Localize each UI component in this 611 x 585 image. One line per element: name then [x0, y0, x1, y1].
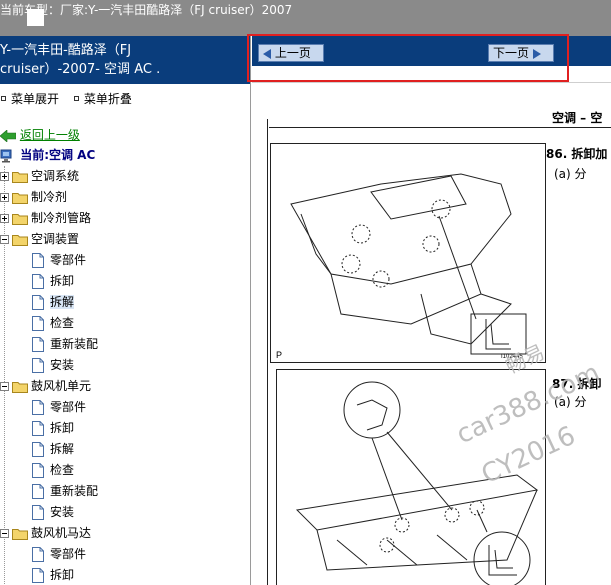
collapse-menu-button[interactable]: 菜单折叠: [73, 92, 142, 106]
page-icon: [32, 463, 44, 478]
tree-folder[interactable]: 空调装置: [0, 229, 79, 250]
tree-folder[interactable]: 鼓风机马达: [0, 523, 91, 544]
tree-item-label: 安装: [50, 358, 75, 372]
logo-box: [27, 9, 44, 26]
tree-folder[interactable]: 制冷剂: [0, 187, 67, 208]
tree-page[interactable]: 拆解: [32, 292, 75, 313]
tree-item-label: 拆卸: [50, 274, 75, 288]
folder-icon: [12, 381, 28, 393]
section-header: 空调 – 空: [552, 111, 603, 125]
page-icon: [32, 274, 44, 289]
tree-page[interactable]: 安装: [32, 502, 74, 523]
fig1-p-label: P: [276, 350, 282, 360]
content-pane: 上一页 下一页 空调 – 空 P I102445 86. 拆卸加 (a) 分 8…: [247, 34, 611, 585]
collapse-icon[interactable]: [0, 235, 9, 244]
tree-item-label: 拆解: [50, 295, 75, 309]
tree-item-label: 零部件: [50, 253, 87, 267]
page-icon: [32, 505, 44, 520]
tree-item-label: 空调装置: [31, 232, 80, 246]
tree-item-label: 重新装配: [50, 484, 99, 498]
folder-icon: [12, 171, 28, 183]
page-icon: [32, 253, 44, 268]
tree-item-label: 制冷剂: [31, 190, 68, 204]
tree-item-label: 鼓风机单元: [31, 379, 92, 393]
manual-page[interactable]: 空调 – 空 P I102445 86. 拆卸加 (a) 分 87. 拆卸 (a…: [252, 82, 611, 585]
square-icon: [73, 96, 79, 101]
tree-item-label: 检查: [50, 316, 75, 330]
tree-item-label: 零部件: [50, 400, 87, 414]
tree-item-label: 空调系统: [31, 169, 80, 183]
highlight-box: [247, 34, 569, 82]
folder-icon: [12, 192, 28, 204]
tree-folder[interactable]: 制冷剂管路: [0, 208, 91, 229]
left-header: Y-一汽丰田-酷路泽（FJ cruiser）-2007- 空调 AC .: [0, 36, 250, 84]
back-link-row[interactable]: 返回上一级: [0, 126, 80, 143]
tree-page[interactable]: 重新装配: [32, 334, 98, 355]
step-86-sub: (a) 分: [554, 167, 587, 181]
collapse-icon[interactable]: [0, 529, 9, 538]
page-icon: [32, 337, 44, 352]
left-header-line2: cruiser）-2007- 空调 AC .: [0, 62, 161, 77]
expand-icon[interactable]: [0, 172, 9, 181]
section-rule: [269, 127, 611, 128]
figure-duct: P I102445: [270, 143, 546, 363]
page-nav-bar: 上一页 下一页: [247, 34, 611, 82]
page-icon: [32, 547, 44, 562]
tree-page[interactable]: 零部件: [32, 397, 86, 418]
tree-folder[interactable]: 鼓风机单元: [0, 376, 91, 397]
tree-page[interactable]: 零部件: [32, 250, 86, 271]
tree-page[interactable]: 检查: [32, 460, 74, 481]
tree-item-label: 检查: [50, 463, 75, 477]
folder-icon: [12, 213, 28, 225]
title-bar: 当前车型：厂家:Y-一汽丰田酷路泽（FJ cruiser）2007: [0, 0, 611, 36]
step-86: 86. 拆卸加: [546, 147, 608, 161]
back-link[interactable]: 返回上一级: [20, 128, 80, 142]
computer-icon: [0, 149, 12, 162]
tree-page[interactable]: 拆解: [32, 439, 74, 460]
tree-item-label: 拆卸: [50, 568, 75, 582]
left-header-line1: Y-一汽丰田-酷路泽（FJ: [0, 43, 132, 58]
page-left-edge: [267, 119, 268, 585]
tree-page[interactable]: 检查: [32, 313, 74, 334]
current-node-label: 当前:空调 AC: [20, 148, 96, 162]
page-icon: [32, 568, 44, 583]
tree-item-label: 鼓风机马达: [31, 526, 92, 540]
page-icon: [32, 484, 44, 499]
tree-item-label: 安装: [50, 505, 75, 519]
page-icon: [32, 358, 44, 373]
expand-menu-button[interactable]: 菜单展开: [0, 92, 69, 106]
page-icon: [32, 295, 44, 310]
tree-item-label: 拆解: [50, 442, 75, 456]
tree-page[interactable]: 零部件: [32, 544, 86, 565]
expand-icon[interactable]: [0, 214, 9, 223]
tree-page[interactable]: 重新装配: [32, 481, 98, 502]
tree-page[interactable]: 拆卸: [32, 565, 74, 585]
page-icon: [32, 400, 44, 415]
tree-item-label: 制冷剂管路: [31, 211, 92, 225]
page-icon: [32, 316, 44, 331]
folder-icon: [12, 234, 28, 246]
expand-icon[interactable]: [0, 193, 9, 202]
tree-folder[interactable]: 空调系统: [0, 166, 79, 187]
tree-page[interactable]: 拆卸: [32, 271, 74, 292]
tree-item-label: 零部件: [50, 547, 87, 561]
tree-page[interactable]: 安装: [32, 355, 74, 376]
back-arrow-icon: [0, 129, 16, 142]
menu-toggles: 菜单展开 菜单折叠: [0, 90, 142, 106]
tree-page[interactable]: 拆卸: [32, 418, 74, 439]
duct-illustration: P I102445: [276, 173, 527, 360]
folder-icon: [12, 528, 28, 540]
tree-item-label: 拆卸: [50, 421, 75, 435]
tree-item-label: 重新装配: [50, 337, 99, 351]
page-icon: [32, 442, 44, 457]
current-node: 当前:空调 AC: [0, 146, 95, 163]
left-nav-pane: Y-一汽丰田-酷路泽（FJ cruiser）-2007- 空调 AC . 菜单展…: [0, 36, 251, 585]
square-icon: [1, 96, 6, 101]
page-icon: [32, 421, 44, 436]
collapse-icon[interactable]: [0, 382, 9, 391]
